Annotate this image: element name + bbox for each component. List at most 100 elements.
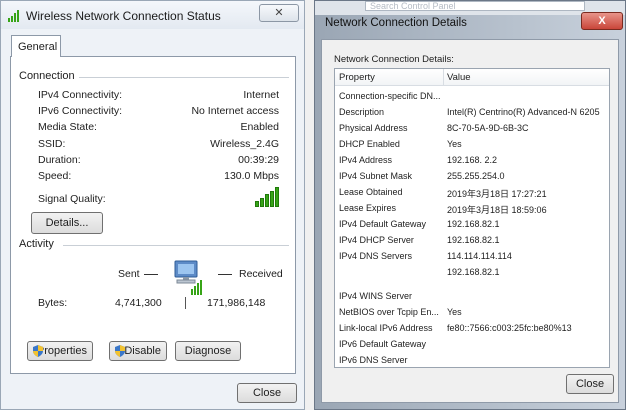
row-property: Physical Address	[339, 123, 408, 133]
row-value: 192.168.82.1	[447, 267, 500, 277]
row-property: Connection-specific DN...	[339, 91, 441, 101]
table-row[interactable]: Lease Expires 2019年3月18日 18:59:06	[335, 203, 609, 215]
ssid-value: Wireless_2.4G	[210, 138, 279, 150]
activity-group-title: Activity	[19, 238, 58, 250]
table-row[interactable]: IPv6 Default Gateway	[335, 339, 609, 351]
disable-button[interactable]: Disable	[109, 341, 167, 361]
details-button[interactable]: Details...	[31, 212, 103, 234]
row-property: IPv4 DNS Servers	[339, 251, 413, 261]
details-close-button[interactable]: Close	[566, 374, 614, 394]
network-computer-icon	[174, 260, 202, 295]
table-row[interactable]: Physical Address 8C-70-5A-9D-6B-3C	[335, 123, 609, 135]
signal-bar	[270, 191, 274, 207]
details-list[interactable]: Property Value Connection-specific DN...…	[334, 68, 610, 368]
general-panel: Connection IPv4 Connectivity: Internet I…	[10, 56, 296, 374]
row-value: 255.255.254.0	[447, 171, 505, 181]
tab-general[interactable]: General	[11, 35, 61, 57]
table-row[interactable]: Link-local IPv6 Address fe80::7566:c003:2…	[335, 323, 609, 335]
received-label: Received	[239, 268, 283, 280]
row-value: 2019年3月18日 18:59:06	[447, 205, 547, 215]
signal-quality-label: Signal Quality:	[38, 193, 106, 205]
status-window-titlebar[interactable]: Wireless Network Connection Status ✕	[1, 1, 304, 29]
table-row[interactable]: IPv4 Default Gateway 192.168.82.1	[335, 219, 609, 231]
status-close-button[interactable]: Close	[237, 383, 297, 403]
status-window-close-button[interactable]: ✕	[259, 4, 299, 22]
row-property: IPv6 DNS Server	[339, 355, 408, 365]
signal-bar	[260, 198, 264, 207]
row-value: Intel(R) Centrino(R) Advanced-N 6205	[447, 107, 600, 117]
column-divider	[443, 69, 444, 85]
table-row[interactable]: Connection-specific DN...	[335, 91, 609, 103]
row-property: Lease Obtained	[339, 187, 403, 197]
details-list-header: Property Value	[335, 69, 609, 86]
row-property: IPv6 Default Gateway	[339, 339, 427, 349]
table-row[interactable]: Description Intel(R) Centrino(R) Advanced…	[335, 107, 609, 119]
details-content: Network Connection Details: Property Val…	[321, 39, 619, 403]
table-row[interactable]: IPv4 DNS Servers 114.114.114.114	[335, 251, 609, 263]
row-property: IPv4 DHCP Server	[339, 235, 414, 245]
speed-label: Speed:	[38, 170, 72, 182]
status-window: Wireless Network Connection Status ✕ Gen…	[0, 0, 305, 410]
row-value: Yes	[447, 139, 462, 149]
details-window-title: Network Connection Details	[325, 17, 467, 29]
signal-bar	[255, 201, 259, 207]
table-row[interactable]: Lease Obtained 2019年3月18日 17:27:21	[335, 187, 609, 199]
row-value: 192.168.82.1	[447, 235, 500, 245]
column-header-property[interactable]: Property	[339, 72, 375, 83]
disable-button-label: Disable	[124, 345, 161, 357]
properties-button[interactable]: Properties	[27, 341, 93, 361]
search-control-panel-input[interactable]: Search Control Panel	[365, 1, 585, 11]
received-line	[218, 274, 232, 275]
signal-quality-icon	[255, 187, 281, 207]
row-property: Description	[339, 107, 385, 117]
status-window-title: Wireless Network Connection Status	[26, 9, 221, 23]
row-property: IPv4 Default Gateway	[339, 219, 427, 229]
ipv4-connectivity-label: IPv4 Connectivity:	[38, 89, 123, 101]
row-value: 2019年3月18日 17:27:21	[447, 189, 547, 199]
row-value: 8C-70-5A-9D-6B-3C	[447, 123, 529, 133]
shield-icon	[33, 345, 43, 357]
table-row[interactable]: IPv4 DHCP Server 192.168.82.1	[335, 235, 609, 247]
bytes-label: Bytes:	[38, 297, 68, 309]
activity-group-divider	[63, 245, 289, 246]
table-row[interactable]: IPv4 Address 192.168. 2.2	[335, 155, 609, 167]
row-property: NetBIOS over Tcpip En...	[339, 307, 439, 317]
media-state-label: Media State:	[38, 121, 97, 133]
row-property: IPv4 WINS Server	[339, 291, 413, 301]
table-row[interactable]: IPv4 WINS Server	[335, 291, 609, 303]
details-window-close-button[interactable]: X	[581, 12, 623, 30]
duration-label: Duration:	[38, 154, 81, 166]
details-window: Search Control Panel Network Connection …	[314, 0, 626, 410]
connection-group-divider	[71, 77, 289, 78]
table-row[interactable]: NetBIOS over Tcpip En... Yes	[335, 307, 609, 319]
table-row[interactable]: 192.168.82.1	[335, 267, 609, 279]
table-row[interactable]: IPv6 DNS Server	[335, 355, 609, 367]
row-value: 192.168.82.1	[447, 219, 500, 229]
ipv6-connectivity-label: IPv6 Connectivity:	[38, 105, 123, 117]
row-property: Link-local IPv6 Address	[339, 323, 433, 333]
ipv6-connectivity-value: No Internet access	[191, 105, 279, 117]
row-property: IPv4 Address	[339, 155, 393, 165]
properties-button-label: Properties	[36, 345, 87, 357]
sent-label: Sent	[118, 268, 140, 280]
row-property: IPv4 Subnet Mask	[339, 171, 413, 181]
control-panel-address-bar: Search Control Panel	[315, 1, 625, 15]
row-value: Yes	[447, 307, 462, 317]
sent-line	[144, 274, 158, 275]
media-state-value: Enabled	[240, 121, 279, 133]
bytes-received-value: 171,986,148	[207, 297, 266, 309]
table-row[interactable]: DHCP Enabled Yes	[335, 139, 609, 151]
diagnose-button[interactable]: Diagnose	[175, 341, 241, 361]
row-value: 114.114.114.114	[447, 251, 512, 261]
row-value: 192.168. 2.2	[447, 155, 498, 165]
table-row[interactable]: IPv4 Subnet Mask 255.255.254.0	[335, 171, 609, 183]
connection-group-title: Connection	[19, 70, 79, 82]
row-property: Lease Expires	[339, 203, 397, 213]
ssid-label: SSID:	[38, 138, 66, 150]
shield-icon	[115, 345, 125, 357]
column-header-value[interactable]: Value	[447, 72, 471, 83]
ipv4-connectivity-value: Internet	[243, 89, 279, 101]
wireless-signal-icon	[8, 10, 19, 22]
bytes-sent-value: 4,741,300	[115, 297, 162, 309]
activity-separator	[185, 297, 186, 309]
